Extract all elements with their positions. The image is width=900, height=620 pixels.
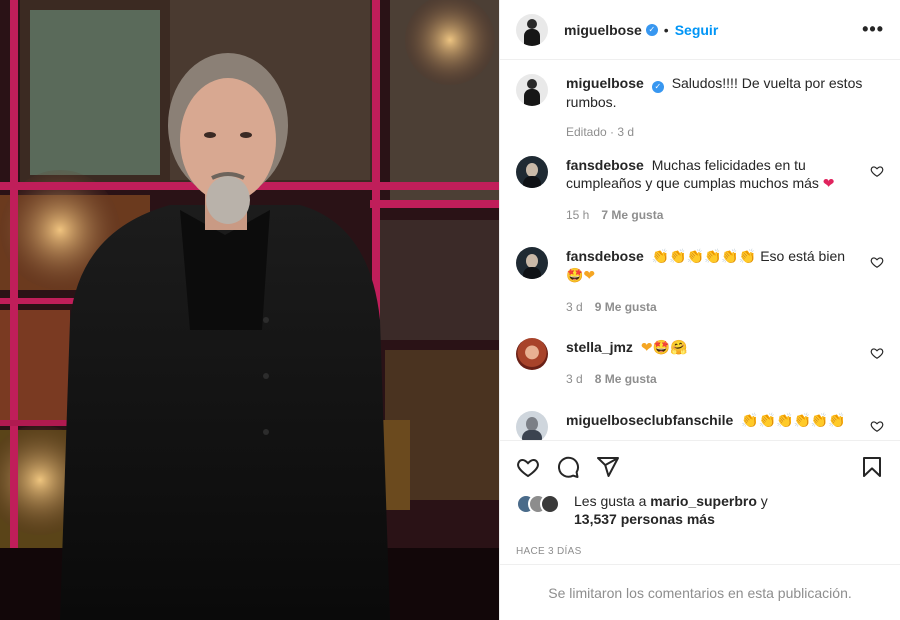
heart-icon[interactable] [870,255,884,269]
comment-item: stella_jmz ❤🤩🤗 3 d 8 Me gusta [516,338,884,411]
comment-username[interactable]: fansdebose [566,157,644,173]
heart-icon[interactable] [870,346,884,360]
comment-username[interactable]: fansdebose [566,248,644,264]
comment-item: fansdebose 👏👏👏👏👏👏 Eso está bien 🤩❤ 3 d 9… [516,247,884,338]
commenter-avatar[interactable] [516,247,548,279]
likes-count-button[interactable]: 13,537 personas más [574,511,715,527]
comment-text: Eso está bien [760,248,846,264]
caption-body: miguelbose ✓ Saludos!!!! De vuelta por es… [566,74,884,156]
comment-likes-button[interactable]: 9 Me gusta [595,298,657,316]
comment-time: 15 h [566,208,590,222]
author-avatar[interactable] [516,13,548,46]
post-sidebar: miguelbose ✓ • Seguir ••• miguelbose ✓ Sa… [499,0,900,620]
action-bar [500,440,900,492]
liker-avatar [540,494,560,514]
comment-meta: 3 d 8 Me gusta [566,370,856,388]
liker-avatars[interactable] [516,494,560,514]
comment-likes-button[interactable]: 8 Me gusta [595,370,657,388]
post-photo[interactable] [0,0,499,620]
heart-icon[interactable] [870,164,884,178]
caption-username[interactable]: miguelbose [566,75,644,91]
comment-icon[interactable] [556,455,580,479]
likes-summary: Les gusta a mario_superbro y 13,537 pers… [500,492,900,534]
commenter-avatar[interactable] [516,156,548,188]
likes-connector: y [760,493,768,509]
comments-list[interactable]: miguelbose ✓ Saludos!!!! De vuelta por es… [500,60,900,440]
verified-badge-icon: ✓ [651,81,664,93]
heart-icon[interactable] [870,419,884,433]
post-photo-art [0,0,499,620]
comment-likes-button[interactable]: 7 Me gusta [601,206,663,224]
caption-meta: Editado · 3 d [566,123,884,141]
caption: miguelbose ✓ Saludos!!!! De vuelta por es… [516,74,884,156]
commenter-avatar[interactable] [516,338,548,370]
comment-emoji: 👏👏👏👏👏👏 [741,413,846,429]
comment-time: 3 d [566,372,583,386]
likes-prefix: Les gusta a [574,493,647,509]
comment-body: fansdebose Muchas felicidades en tu cump… [566,156,884,247]
comment-item: miguelboseclubfanschile 👏👏👏👏👏👏 [516,411,884,440]
comment-item: fansdebose Muchas felicidades en tu cump… [516,156,884,247]
comment-username[interactable]: stella_jmz [566,339,633,355]
heart-icon[interactable] [516,455,540,479]
caption-avatar[interactable] [516,74,548,106]
comment-emoji: ❤ [822,176,835,192]
likes-text: Les gusta a mario_superbro y 13,537 pers… [574,492,768,528]
separator-dot: • [663,21,669,38]
post-header: miguelbose ✓ • Seguir ••• [500,0,900,60]
comment-username[interactable]: miguelboseclubfanschile [566,412,733,428]
verified-badge-icon: ✓ [645,23,658,36]
liker-username[interactable]: mario_superbro [650,493,757,509]
post-timestamp[interactable]: HACE 3 DÍAS [500,534,900,564]
comment-time: 3 d [566,300,583,314]
comment-body: stella_jmz ❤🤩🤗 3 d 8 Me gusta [566,338,884,411]
clap-emoji: 👏👏👏👏👏👏 [651,249,757,265]
commenter-avatar[interactable] [516,411,548,440]
caption-edited: Editado · 3 d [566,125,635,139]
comments-limited-notice: Se limitaron los comentarios en esta pub… [500,564,900,620]
comment-emoji: 🤩❤ [566,268,596,284]
comment-body: miguelboseclubfanschile 👏👏👏👏👏👏 [566,411,884,440]
instagram-post: miguelbose ✓ • Seguir ••• miguelbose ✓ Sa… [0,0,900,620]
comment-meta: 3 d 9 Me gusta [566,298,856,316]
share-icon[interactable] [596,455,620,479]
comment-emoji: ❤🤩🤗 [640,340,688,356]
author-username[interactable]: miguelbose [564,22,642,38]
more-options-icon[interactable]: ••• [862,19,884,40]
comment-body: fansdebose 👏👏👏👏👏👏 Eso está bien 🤩❤ 3 d 9… [566,247,884,338]
follow-button[interactable]: Seguir [675,22,719,38]
bookmark-icon[interactable] [860,455,884,479]
comment-meta: 15 h 7 Me gusta [566,206,856,224]
